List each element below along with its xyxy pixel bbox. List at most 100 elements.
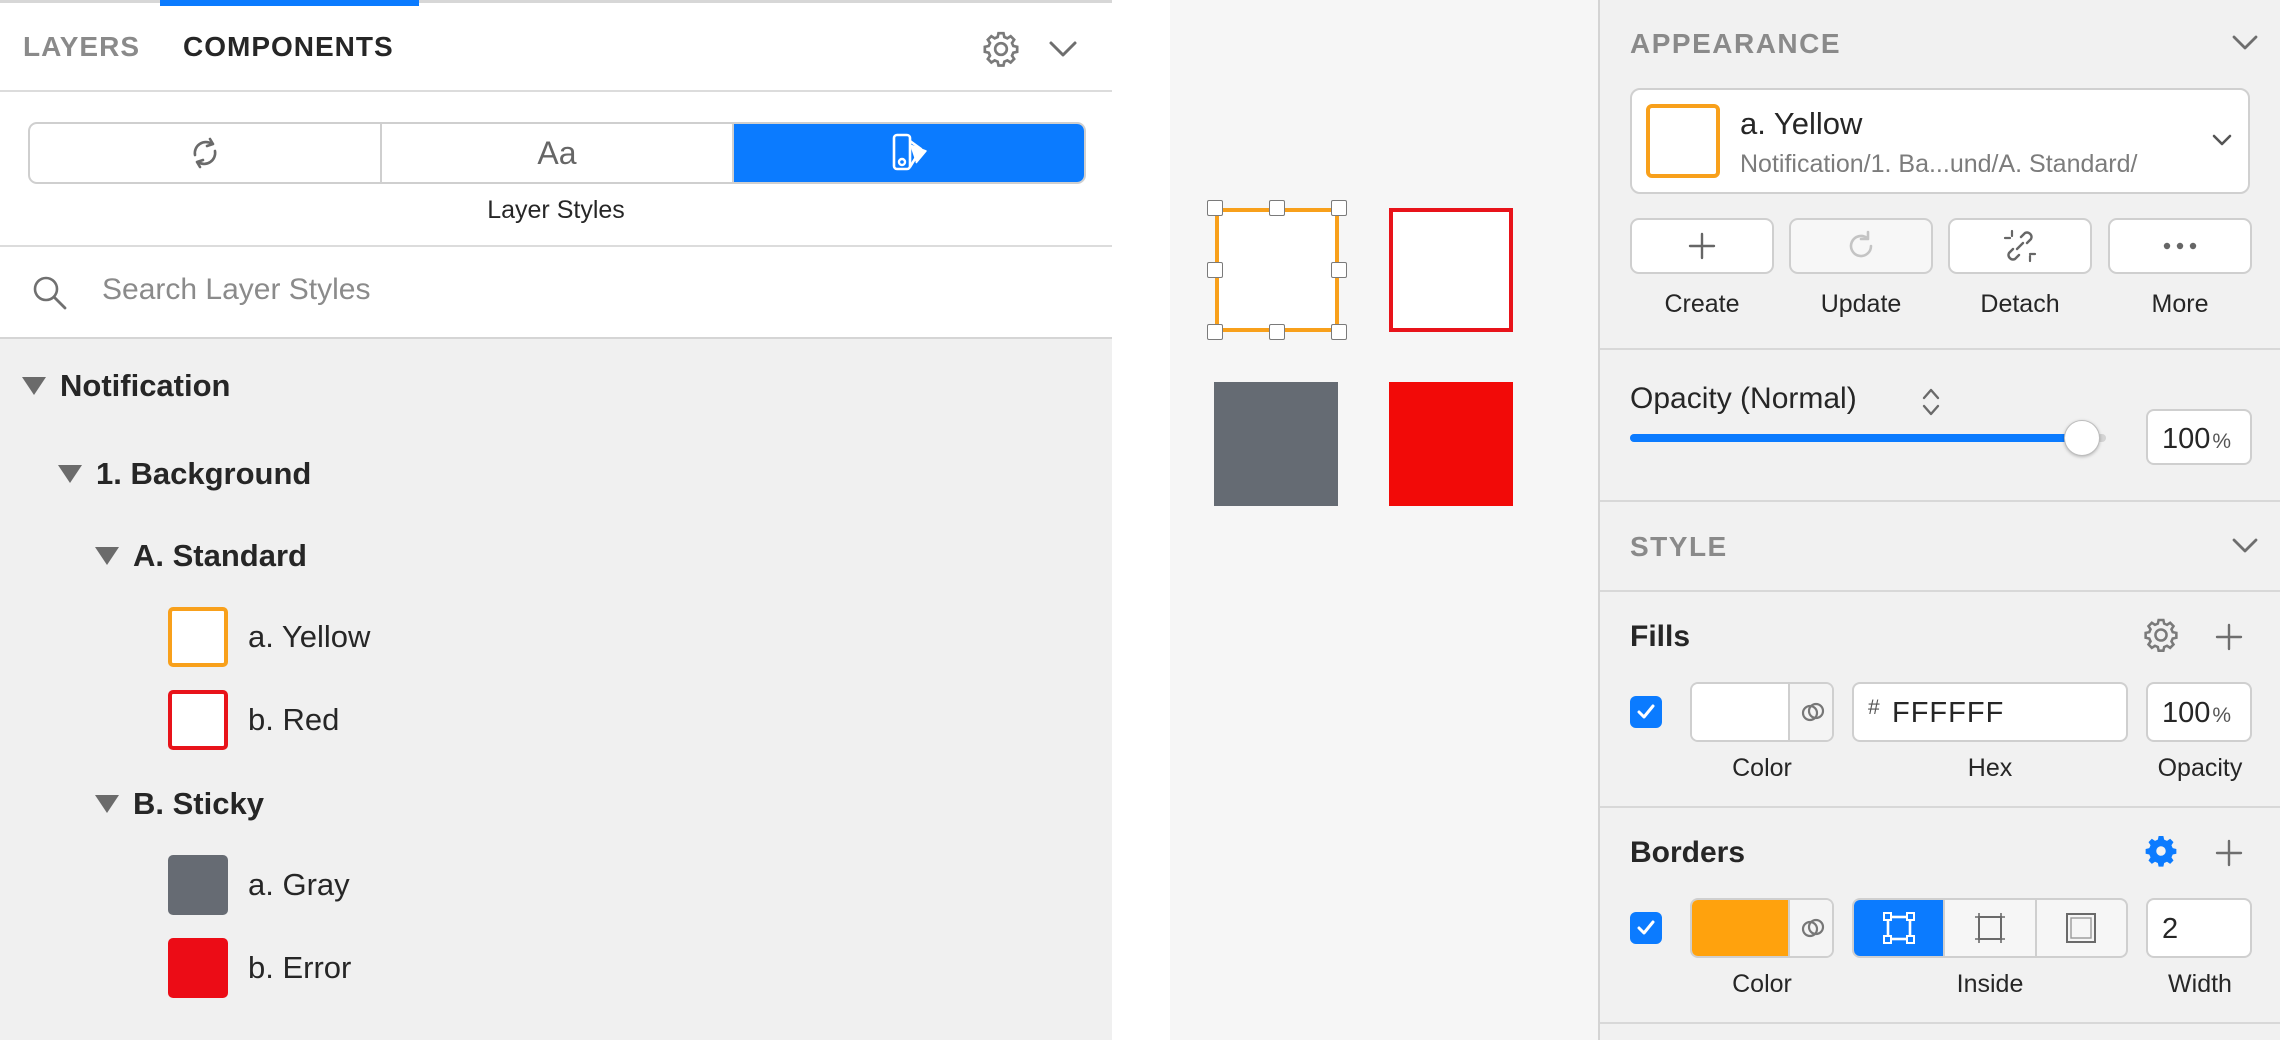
layer-styles-segment[interactable] xyxy=(734,124,1084,182)
resize-handle[interactable] xyxy=(1269,324,1285,340)
border-color-label: Color xyxy=(1732,970,1792,998)
border-position-label: Inside xyxy=(1956,970,2024,998)
appearance-section-title: APPEARANCE xyxy=(1630,28,1842,59)
search-input[interactable] xyxy=(102,273,1002,307)
layer-styles-icon xyxy=(885,129,933,177)
tab-components[interactable]: COMPONENTS xyxy=(183,31,394,63)
gear-icon[interactable] xyxy=(2142,832,2180,870)
shared-style-picker[interactable]: a. Yellow Notification/1. Ba...und/A. St… xyxy=(1630,88,2250,194)
disclosure-triangle-icon[interactable] xyxy=(22,377,46,395)
border-center-icon xyxy=(1879,908,1919,948)
segmented-control: Aa xyxy=(28,122,1086,184)
chevron-down-icon[interactable] xyxy=(2210,130,2234,150)
opacity-input[interactable]: 100% xyxy=(2146,409,2252,465)
segment-caption: Layer Styles xyxy=(487,196,625,224)
resize-handle[interactable] xyxy=(1331,324,1347,340)
gear-icon[interactable] xyxy=(2142,616,2180,654)
color-variable-icon[interactable] xyxy=(1788,684,1832,740)
divider xyxy=(1600,806,2280,808)
tree-group-notification[interactable]: Notification xyxy=(22,368,231,404)
gear-icon[interactable] xyxy=(981,29,1021,69)
fill-enabled-checkbox[interactable] xyxy=(1630,696,1662,728)
border-color-swatch xyxy=(1692,900,1788,956)
more-icon xyxy=(2161,240,2199,252)
symbols-segment[interactable] xyxy=(30,124,382,182)
fill-color-well[interactable] xyxy=(1690,682,1834,742)
opacity-slider-fill xyxy=(1630,434,2083,442)
style-section-title: STYLE xyxy=(1630,531,1728,562)
borders-title: Borders xyxy=(1630,836,1746,869)
fill-color-swatch xyxy=(1692,684,1788,740)
tree-group-sticky[interactable]: B. Sticky xyxy=(95,786,264,822)
add-border-icon[interactable] xyxy=(2212,836,2246,870)
hex-input[interactable]: # FFFFFF xyxy=(1852,682,2128,742)
shared-style-name: a. Yellow xyxy=(1740,106,1863,141)
tab-layers[interactable]: LAYERS xyxy=(23,31,140,63)
resize-handle[interactable] xyxy=(1207,324,1223,340)
disclosure-triangle-icon[interactable] xyxy=(58,465,82,483)
border-inside-option[interactable] xyxy=(1945,900,2037,956)
update-label: Update xyxy=(1820,290,1902,318)
list-item[interactable]: b. Red xyxy=(168,690,339,750)
opacity-slider-knob[interactable] xyxy=(2064,420,2101,456)
sync-icon xyxy=(183,131,227,175)
resize-handle[interactable] xyxy=(1331,200,1347,216)
tree-group-label: Notification xyxy=(60,368,231,403)
add-fill-icon[interactable] xyxy=(2212,620,2246,654)
canvas-shape-yellow[interactable] xyxy=(1215,208,1339,332)
border-outside-option[interactable] xyxy=(2037,900,2126,956)
chevron-down-icon[interactable] xyxy=(2230,533,2260,557)
style-swatch xyxy=(168,607,228,667)
list-item[interactable]: a. Yellow xyxy=(168,607,370,667)
search-bar xyxy=(0,247,1112,339)
opacity-blend-label: Opacity (Normal) xyxy=(1630,382,1857,415)
canvas[interactable] xyxy=(1112,0,1598,1040)
tree-group-standard[interactable]: A. Standard xyxy=(95,538,307,574)
color-variable-icon[interactable] xyxy=(1788,900,1832,956)
list-item[interactable]: b. Error xyxy=(168,938,351,998)
fill-opacity-label: Opacity xyxy=(2157,754,2243,782)
detach-button[interactable] xyxy=(1948,218,2092,274)
resize-handle[interactable] xyxy=(1207,200,1223,216)
style-swatch xyxy=(168,690,228,750)
disclosure-triangle-icon[interactable] xyxy=(95,547,119,565)
search-icon xyxy=(31,274,69,312)
fill-opacity-input[interactable]: 100% xyxy=(2146,682,2252,742)
canvas-shape-red[interactable] xyxy=(1389,208,1513,332)
blend-mode-stepper-icon[interactable] xyxy=(1920,384,1942,420)
canvas-shape-gray[interactable] xyxy=(1214,382,1338,506)
tree-group-label: 1. Background xyxy=(96,456,312,491)
active-tab-indicator xyxy=(160,0,419,6)
refresh-icon xyxy=(1842,227,1880,265)
chevron-down-icon[interactable] xyxy=(1046,34,1080,64)
chevron-down-icon[interactable] xyxy=(2230,30,2260,54)
tree-group-background[interactable]: 1. Background xyxy=(58,456,311,492)
opacity-slider[interactable] xyxy=(1630,420,2106,456)
resize-handle[interactable] xyxy=(1269,200,1285,216)
create-button[interactable] xyxy=(1630,218,1774,274)
hex-value: FFFFFF xyxy=(1892,697,2005,729)
list-item[interactable]: a. Gray xyxy=(168,855,350,915)
fill-hex-label: Hex xyxy=(1967,754,2013,782)
border-enabled-checkbox[interactable] xyxy=(1630,912,1662,944)
plus-icon xyxy=(1685,229,1719,263)
canvas-shape-error[interactable] xyxy=(1389,382,1513,506)
border-center-option[interactable] xyxy=(1854,900,1946,956)
style-swatch xyxy=(1646,104,1720,178)
border-width-input[interactable]: 2 xyxy=(2146,898,2252,958)
text-styles-segment[interactable]: Aa xyxy=(382,124,734,182)
create-label: Create xyxy=(1664,290,1740,318)
hex-prefix: # xyxy=(1868,696,1880,719)
opacity-value: 100% xyxy=(2162,423,2232,455)
component-type-switcher: Aa Layer Styles xyxy=(0,92,1112,247)
tree-group-label: A. Standard xyxy=(133,538,307,573)
canvas-gutter xyxy=(1112,0,1170,1040)
border-color-well[interactable] xyxy=(1690,898,1834,958)
update-button[interactable] xyxy=(1789,218,1933,274)
more-button[interactable] xyxy=(2108,218,2252,274)
resize-handle[interactable] xyxy=(1331,262,1347,278)
resize-handle[interactable] xyxy=(1207,262,1223,278)
style-swatch xyxy=(168,855,228,915)
disclosure-triangle-icon[interactable] xyxy=(95,795,119,813)
text-styles-icon: Aa xyxy=(537,134,577,171)
